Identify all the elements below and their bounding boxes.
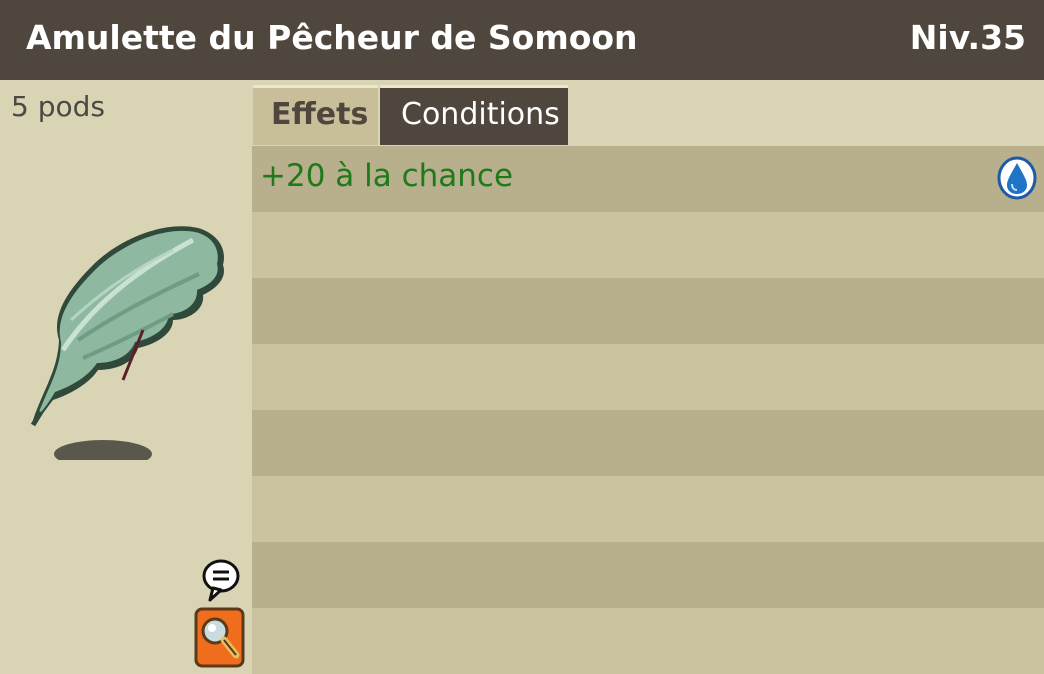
tab-effets[interactable]: Effets <box>253 85 378 145</box>
list-item <box>252 608 1044 674</box>
inspect-button[interactable] <box>194 607 245 668</box>
list-item <box>252 212 1044 278</box>
list-item <box>252 278 1044 344</box>
item-header: Amulette du Pêcheur de Somoon Niv.35 <box>0 0 1044 80</box>
list-item <box>252 344 1044 410</box>
water-drop-icon <box>997 156 1037 200</box>
feather-amulet-icon <box>30 226 224 460</box>
chat-bubble-icon <box>202 559 240 602</box>
item-left-panel: 5 pods <box>3 80 252 674</box>
list-item <box>252 476 1044 542</box>
tab-conditions[interactable]: Conditions <box>380 85 568 145</box>
effect-text: +20 à la chance <box>260 158 514 194</box>
item-tooltip-window: Amulette du Pêcheur de Somoon Niv.35 5 p… <box>0 0 1044 674</box>
effects-list: +20 à la chance <box>252 146 1044 674</box>
magnifier-icon <box>194 607 245 668</box>
list-item <box>252 410 1044 476</box>
chat-button[interactable] <box>201 558 241 602</box>
item-level: Niv.35 <box>909 18 1026 57</box>
list-item: +20 à la chance <box>252 146 1044 212</box>
list-item <box>252 542 1044 608</box>
item-name: Amulette du Pêcheur de Somoon <box>26 18 638 57</box>
item-weight: 5 pods <box>11 90 105 123</box>
item-tabs: Effets Conditions <box>252 80 1044 146</box>
